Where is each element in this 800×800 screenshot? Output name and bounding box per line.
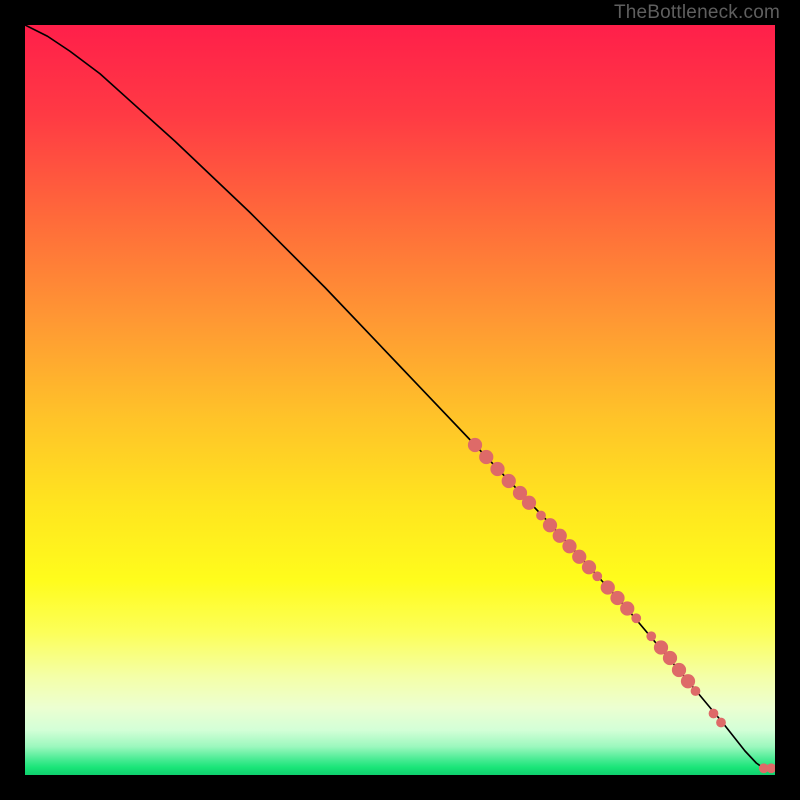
highlight-dot [582, 560, 596, 574]
attribution-label: TheBottleneck.com [614, 2, 780, 24]
highlight-dot [468, 438, 482, 452]
highlight-dot [716, 718, 726, 728]
highlight-dot [691, 686, 701, 696]
highlight-dot [620, 601, 634, 615]
highlight-dot [631, 613, 641, 623]
highlight-dot [610, 591, 624, 605]
highlight-dot [553, 529, 567, 543]
highlight-dot [502, 474, 516, 488]
gradient-background [25, 25, 775, 775]
highlight-dot [572, 550, 586, 564]
highlight-dot [672, 663, 686, 677]
highlight-dot [490, 462, 504, 476]
highlight-dot [543, 518, 557, 532]
highlight-dot [681, 674, 695, 688]
bottleneck-plot [25, 25, 775, 775]
highlight-dot [562, 539, 576, 553]
highlight-dot [479, 450, 493, 464]
highlight-dot [601, 580, 615, 594]
highlight-dot [646, 631, 656, 641]
highlight-dot [709, 709, 719, 719]
highlight-dot [663, 651, 677, 665]
highlight-dot [592, 571, 602, 581]
highlight-dot [536, 511, 546, 521]
highlight-dot [522, 496, 536, 510]
chart-stage: TheBottleneck.com [0, 0, 800, 800]
